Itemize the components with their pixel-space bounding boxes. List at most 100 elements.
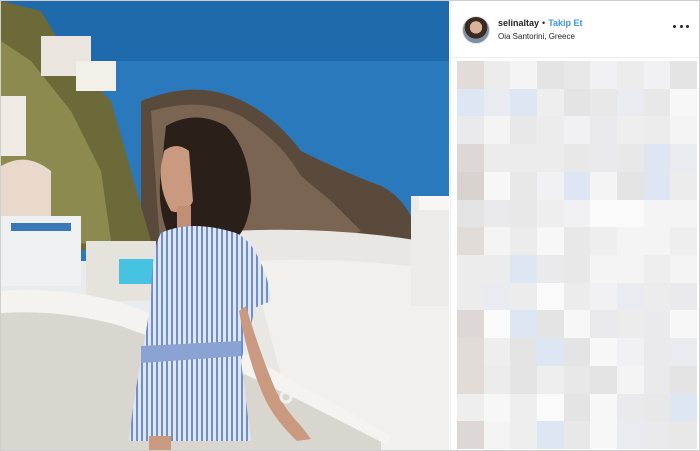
pixel-block [457, 116, 484, 145]
pixel-block [670, 282, 697, 311]
pixel-block [510, 227, 537, 255]
pixel-block [670, 365, 697, 394]
pixel-block [510, 144, 537, 172]
pixel-block [563, 116, 591, 145]
pixel-block [457, 88, 484, 117]
avatar[interactable] [462, 16, 490, 44]
pixel-block [590, 88, 617, 117]
pixel-block [563, 310, 591, 339]
pixel-block [563, 144, 591, 172]
pixel-block [616, 338, 644, 366]
pixel-block [536, 282, 564, 311]
pixel-block [536, 227, 564, 255]
pixel-block [590, 282, 617, 311]
pixel-block [643, 116, 671, 145]
pixel-block [670, 254, 697, 283]
pixel-block [590, 254, 617, 283]
pixel-block [643, 421, 671, 449]
pixel-block [590, 144, 617, 172]
pixel-block [510, 61, 537, 89]
pixel-block [483, 365, 511, 394]
pixel-block [457, 199, 484, 228]
pixel-block [457, 282, 484, 311]
pixel-block [457, 144, 484, 172]
pixel-block [510, 310, 537, 339]
pixel-block [510, 88, 537, 117]
photo-illustration [1, 1, 449, 450]
pixel-block [616, 310, 644, 339]
pixel-block [616, 365, 644, 394]
pixel-block [483, 61, 511, 89]
pixel-block [536, 144, 564, 172]
pixel-block [563, 61, 591, 89]
more-dot [673, 24, 676, 28]
pixel-block [590, 199, 617, 228]
pixel-block [510, 365, 537, 394]
pixel-block [643, 88, 671, 117]
post-header: selinaltay • Takip Et Oia Santorini, Greec… [451, 1, 699, 58]
pixel-block [616, 282, 644, 311]
pixel-block [670, 227, 697, 255]
pixel-block [483, 88, 511, 117]
pixel-block [670, 61, 697, 89]
username-link[interactable]: selinaltay [498, 18, 539, 28]
pixel-block [590, 365, 617, 394]
pixel-block [536, 421, 564, 449]
pixel-block [670, 88, 697, 117]
pixel-block [590, 338, 617, 366]
censored-comments-area [457, 61, 697, 449]
pixel-block [590, 393, 617, 422]
pixel-block [643, 393, 671, 422]
post-photo[interactable] [1, 1, 449, 450]
pixel-block [510, 338, 537, 366]
pixel-block [483, 254, 511, 283]
pixel-block [590, 227, 617, 255]
pixel-block [563, 421, 591, 449]
pixel-block [616, 171, 644, 200]
pixel-block [616, 88, 644, 117]
pixel-block [590, 171, 617, 200]
pixel-block [643, 171, 671, 200]
pixel-block [457, 393, 484, 422]
pixel-block [616, 199, 644, 228]
pixel-block [643, 338, 671, 366]
pixel-block [483, 338, 511, 366]
pixel-block [483, 116, 511, 145]
pixel-block [643, 227, 671, 255]
pixel-block [536, 393, 564, 422]
user-line: selinaltay • Takip Et [498, 18, 583, 29]
pixel-block [536, 338, 564, 366]
pixel-block [536, 310, 564, 339]
more-options-icon[interactable] [673, 21, 689, 31]
pixel-block [670, 171, 697, 200]
pixel-block [590, 116, 617, 145]
pixel-block [510, 254, 537, 283]
pixel-block [457, 254, 484, 283]
pixel-block [510, 116, 537, 145]
pixel-block [536, 116, 564, 145]
pixel-block [670, 199, 697, 228]
pixel-block [616, 254, 644, 283]
pixel-block [483, 144, 511, 172]
pixel-block [563, 254, 591, 283]
pixel-block [670, 421, 697, 449]
location-link[interactable]: Oia Santorini, Greece [498, 32, 575, 42]
follow-button[interactable]: Takip Et [548, 18, 582, 28]
pixel-block [616, 227, 644, 255]
pixel-block [457, 365, 484, 394]
pixel-block [643, 144, 671, 172]
pixel-block [616, 393, 644, 422]
pixel-block [643, 282, 671, 311]
pixel-block [457, 421, 484, 449]
pixel-block [670, 393, 697, 422]
pixel-block [590, 61, 617, 89]
pixel-block [510, 171, 537, 200]
pixel-block [536, 88, 564, 117]
pixel-block [563, 199, 591, 228]
pixel-block [536, 365, 564, 394]
pixel-block [643, 310, 671, 339]
pixel-block [457, 61, 484, 89]
more-dot [686, 24, 689, 28]
pixel-block [510, 393, 537, 422]
pixel-block [483, 199, 511, 228]
